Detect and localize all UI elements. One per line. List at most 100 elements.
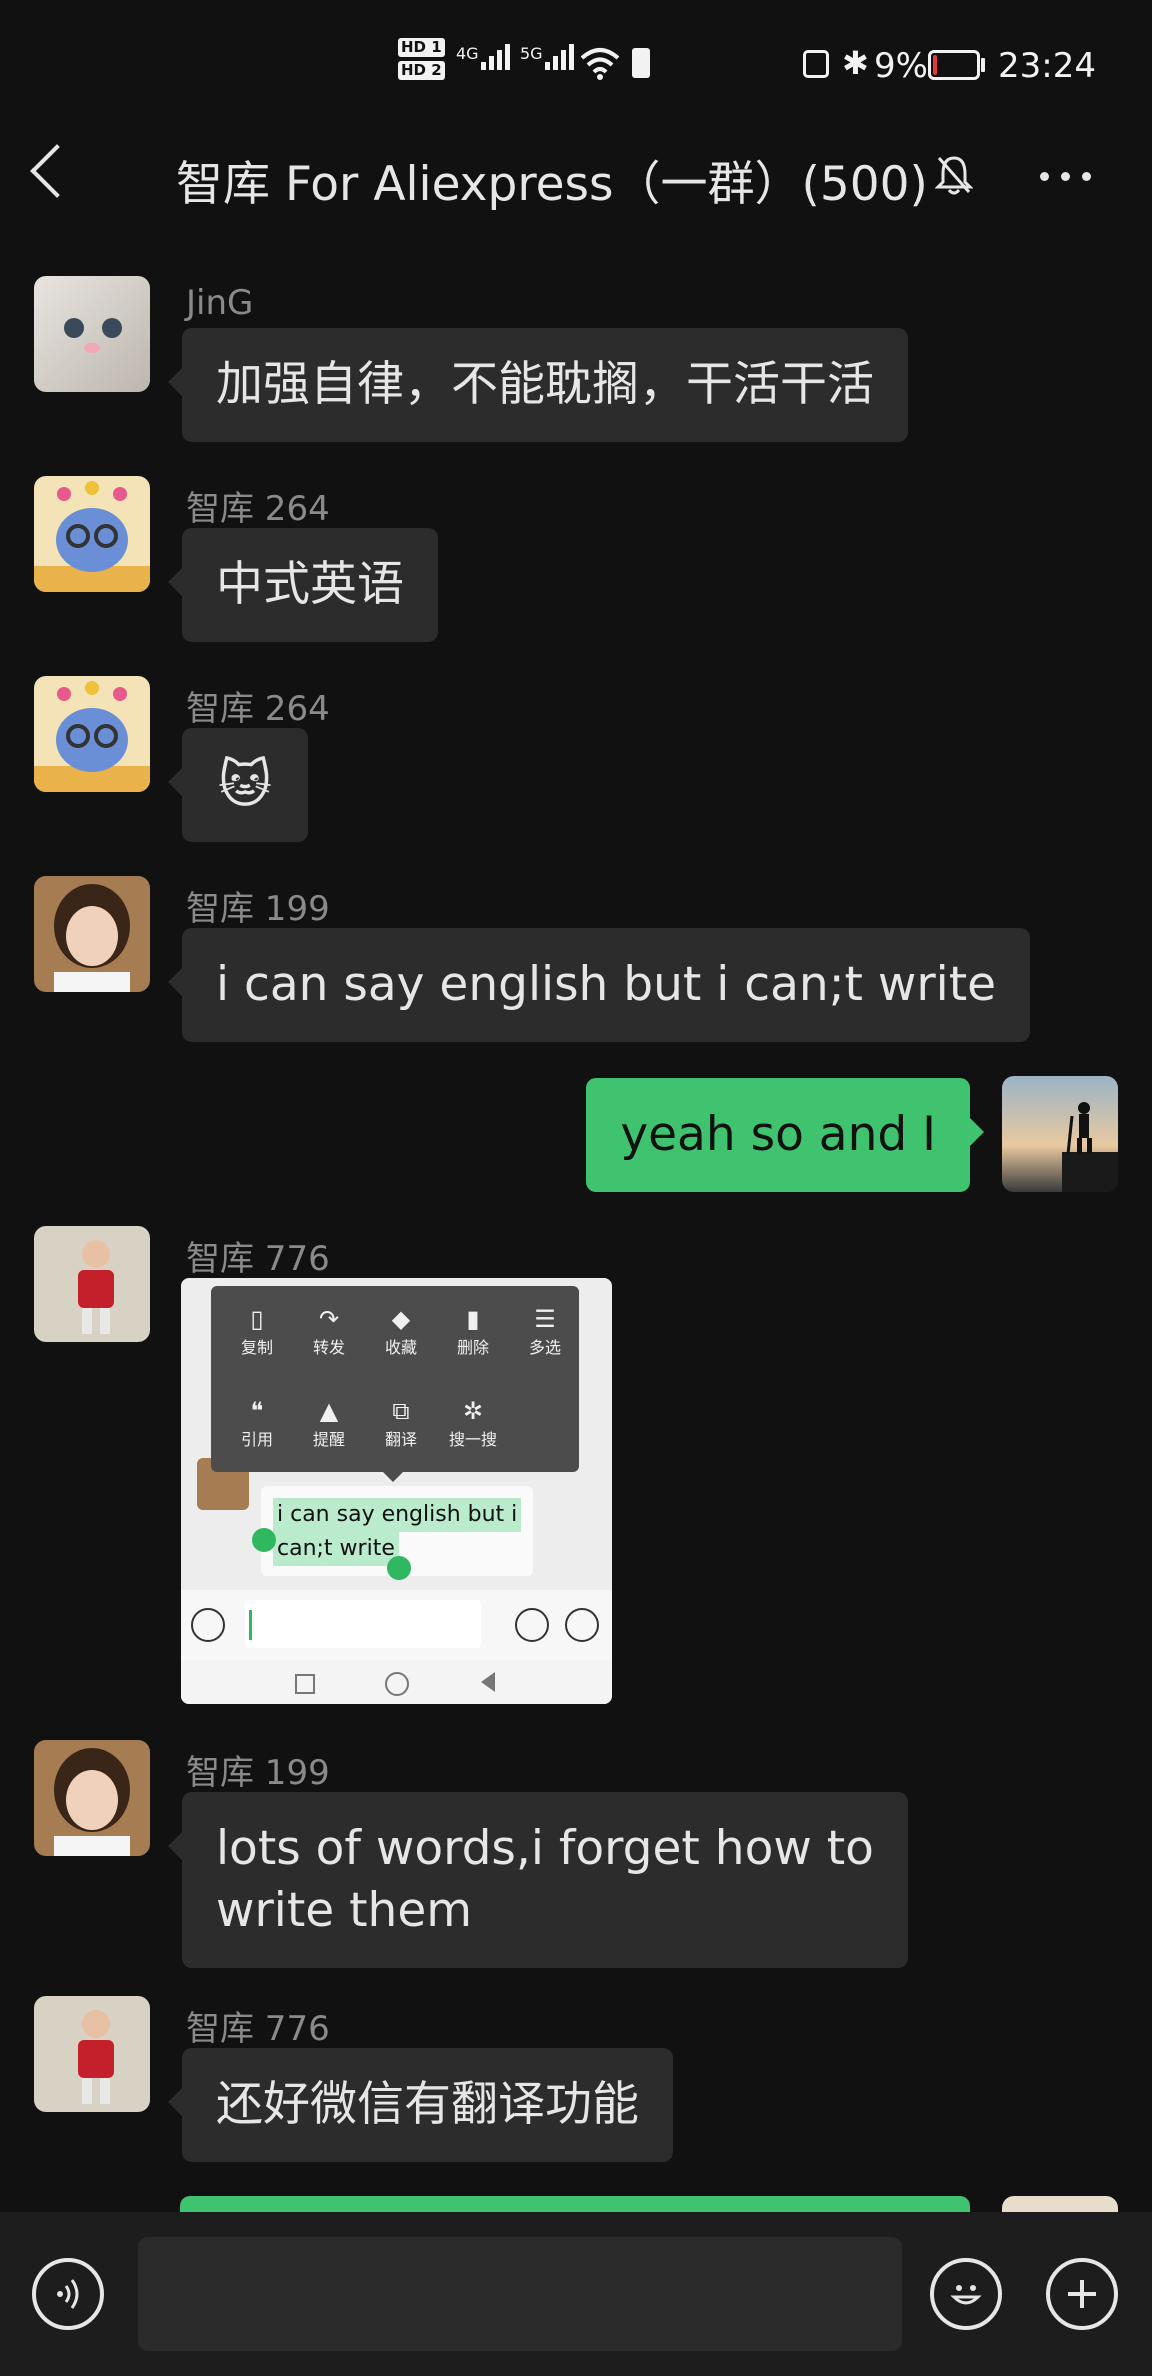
- back-icon[interactable]: [30, 144, 84, 198]
- mini-input-bar: [181, 1590, 612, 1660]
- more-icon[interactable]: [1040, 172, 1091, 181]
- avatar[interactable]: [34, 876, 150, 992]
- mini-emoji-icon: [515, 1608, 549, 1642]
- menu-item-forward: ↷ 转发: [299, 1304, 359, 1358]
- message-line-2: write them: [216, 1883, 473, 1938]
- sender-name: 智库 776: [186, 1239, 330, 1279]
- avatar[interactable]: [34, 1226, 150, 1342]
- sender-name: 智库 776: [186, 2009, 330, 2049]
- hd1-badge: HD 1: [398, 38, 445, 57]
- voice-button[interactable]: [32, 2258, 104, 2330]
- avatar[interactable]: [34, 676, 150, 792]
- plus-icon: [1068, 2280, 1096, 2308]
- menu-pointer: [383, 1472, 403, 1482]
- girl-avatar-icon: [54, 1748, 130, 1856]
- cat-avatar-icon: [64, 318, 122, 353]
- menu-item-delete: ▮ 删除: [443, 1304, 503, 1358]
- my-avatar[interactable]: [1002, 1076, 1118, 1192]
- mini-home-icon: [385, 1672, 409, 1696]
- menu-item-multiselect: ☰ 多选: [515, 1304, 575, 1358]
- wifi-icon: [580, 48, 620, 80]
- my-message-bubble[interactable]: yeah so and I: [586, 1078, 984, 1192]
- sender-name: 智库 264: [186, 489, 330, 529]
- battery-level: [933, 55, 937, 75]
- menu-item-quote: ❝ 引用: [227, 1396, 287, 1450]
- avatar[interactable]: [34, 276, 150, 392]
- menu-item-remind: ▲ 提醒: [299, 1396, 359, 1450]
- menu-item-copy: ▯ 复制: [227, 1304, 287, 1358]
- menu-item-translate: ⧉ 翻译: [371, 1396, 431, 1450]
- menu-item-search: ✲ 搜一搜: [443, 1396, 503, 1450]
- mini-plus-icon: [565, 1608, 599, 1642]
- hiker-avatar-icon: [1062, 1102, 1118, 1192]
- network-type-1: 4G: [456, 44, 479, 63]
- partial-my-message[interactable]: [180, 2196, 970, 2212]
- voice-icon: [57, 2279, 79, 2309]
- selection-handle-start: [252, 1528, 276, 1552]
- hd2-badge: HD 2: [398, 61, 445, 80]
- partial-my-avatar: [1002, 2196, 1118, 2212]
- message-bubble[interactable]: i can say english but i can;t write: [167, 928, 1031, 1042]
- selection-handle-end: [387, 1556, 411, 1580]
- mini-input-field: [245, 1600, 481, 1648]
- girl-avatar-icon: [54, 884, 130, 992]
- bell-icon: ▲: [319, 1397, 339, 1425]
- translate-icon: ⧉: [392, 1397, 410, 1425]
- signal-bars-icon: [480, 44, 510, 70]
- battery-icon: [928, 50, 980, 80]
- avatar[interactable]: [34, 1740, 150, 1856]
- battery-tip: [981, 58, 985, 72]
- menu-row-2: ❝ 引用 ▲ 提醒 ⧉ 翻译 ✲ 搜一搜: [227, 1396, 503, 1450]
- search-sparkle-icon: ✲: [462, 1397, 484, 1425]
- bluetooth-icon: ✱: [842, 44, 869, 82]
- mini-nav-bar: [181, 1660, 612, 1704]
- hd-indicators: HD 1 HD 2: [398, 38, 445, 80]
- cube-icon: ◆: [391, 1305, 411, 1333]
- message-bubble[interactable]: lots of words,i forget how to write them: [168, 1792, 908, 1968]
- network-type-2: 5G: [520, 44, 543, 63]
- chat-title[interactable]: 智库 For Aliexpress（一群）(500): [176, 145, 928, 214]
- blue-cat-avatar-icon: [34, 481, 150, 592]
- mini-caret: [249, 1610, 252, 1640]
- message-line-1: lots of words,i forget how to: [216, 1821, 874, 1876]
- menu-row-1: ▯ 复制 ↷ 转发 ◆ 收藏 ▮ 删除 ☰ 多选: [227, 1304, 575, 1358]
- signal-1: 4G: [456, 44, 510, 70]
- quote-icon: ❝: [250, 1397, 264, 1425]
- message-bubble[interactable]: 还好微信有翻译功能: [168, 2048, 673, 2162]
- menu-item-favorite: ◆ 收藏: [371, 1304, 431, 1358]
- emoji-message[interactable]: 🐱: [168, 728, 308, 842]
- clock: 23:24: [998, 46, 1096, 86]
- message-bubble[interactable]: 加强自律，不能耽搁，干活干活: [168, 328, 908, 442]
- avatar[interactable]: [34, 1996, 150, 2112]
- sim-alert-icon: [632, 48, 650, 78]
- mini-voice-icon: [191, 1608, 225, 1642]
- plus-button[interactable]: [1046, 2258, 1118, 2330]
- mini-recents-icon: [295, 1674, 315, 1694]
- nfc-icon: [803, 50, 829, 78]
- battery-percent: 9%: [874, 46, 928, 86]
- sender-name: 智库 199: [186, 889, 330, 929]
- selected-text-line2: can;t write: [273, 1532, 399, 1566]
- message-input[interactable]: [138, 2237, 902, 2351]
- trash-icon: ▮: [466, 1305, 480, 1333]
- sender-name: 智库 199: [186, 1753, 330, 1793]
- avatar[interactable]: [34, 476, 150, 592]
- mini-back-icon: [481, 1672, 495, 1692]
- emoji-icon: [950, 2285, 982, 2305]
- input-bar: [0, 2212, 1152, 2376]
- child-avatar-icon: [78, 1240, 114, 1334]
- context-menu: ▯ 复制 ↷ 转发 ◆ 收藏 ▮ 删除 ☰ 多选 ❝ 引用 ▲ 提醒 ⧉ 翻译 ✲ 搜一搜: [211, 1286, 579, 1482]
- forward-icon: ↷: [318, 1305, 340, 1333]
- emoji-button[interactable]: [930, 2258, 1002, 2330]
- child-avatar-icon: [78, 2010, 114, 2104]
- signal-bars-icon: [544, 44, 574, 70]
- signal-2: 5G: [520, 44, 574, 70]
- status-bar: HD 1 HD 2 4G 5G ✱ 9% 23:24: [0, 0, 1152, 130]
- image-message[interactable]: i can say english but i can;t write ▯ 复制 …: [181, 1278, 612, 1704]
- selected-text-line1: i can say english but i: [273, 1498, 522, 1532]
- blue-cat-avatar-icon: [34, 681, 150, 792]
- message-bubble[interactable]: 中式英语: [168, 528, 438, 642]
- list-check-icon: ☰: [534, 1305, 556, 1333]
- sender-name: 智库 264: [186, 689, 330, 729]
- copy-icon: ▯: [250, 1305, 264, 1333]
